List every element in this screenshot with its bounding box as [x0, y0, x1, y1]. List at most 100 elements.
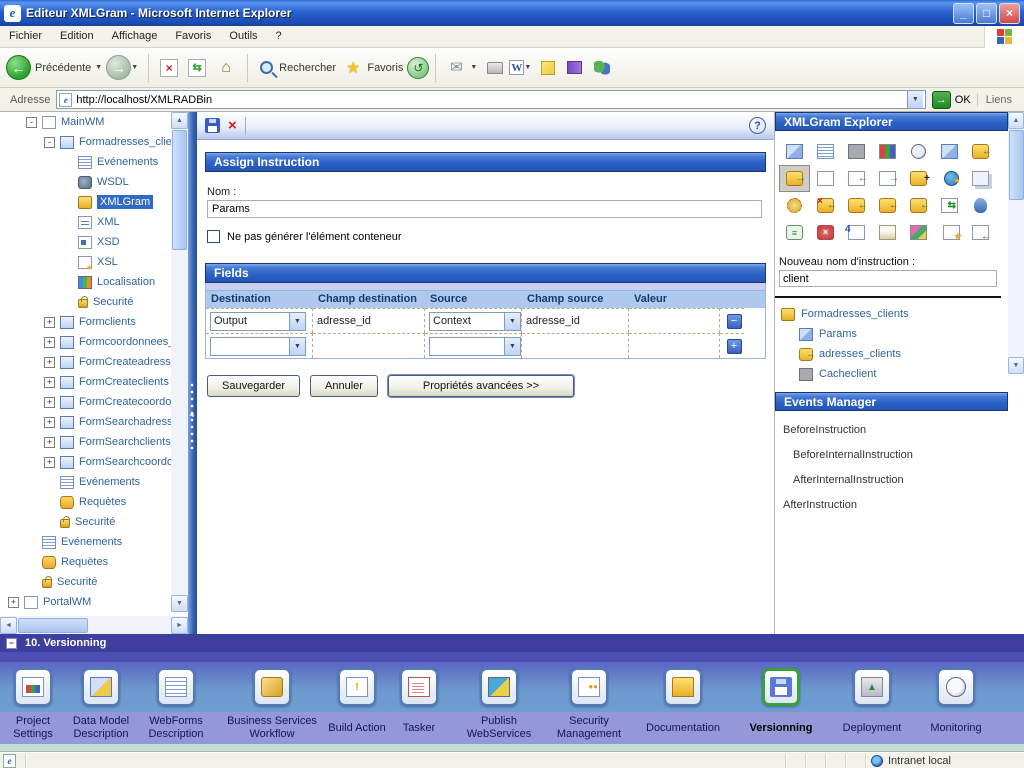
output-db-icon[interactable]: [779, 165, 810, 192]
forward-icon[interactable]: →: [106, 55, 131, 80]
scroll-thumb[interactable]: [18, 618, 88, 633]
scroll-down-icon[interactable]: ▼: [171, 595, 188, 612]
home-icon[interactable]: ⌂: [216, 59, 236, 77]
cache-icon[interactable]: [841, 138, 872, 165]
tree-item-securite[interactable]: Securité: [0, 292, 188, 312]
data-model-label[interactable]: Data Model Description: [66, 715, 136, 741]
expand-toggle[interactable]: +: [44, 377, 55, 388]
tree-item-securite[interactable]: Securité: [0, 572, 188, 592]
expand-toggle[interactable]: -: [26, 117, 37, 128]
source-select[interactable]: Context▼: [429, 312, 521, 331]
output-document-icon[interactable]: [872, 165, 903, 192]
valeur-cell[interactable]: [629, 308, 720, 333]
favorites-star-icon[interactable]: ★: [346, 58, 360, 78]
champ-destination-cell[interactable]: [313, 333, 425, 358]
webforms-label[interactable]: WebForms Description: [136, 715, 216, 741]
tree-vertical-scrollbar[interactable]: ▲ ▼: [171, 112, 188, 612]
tree-item-evenements[interactable]: Evénements: [0, 532, 188, 552]
go-arrow-icon[interactable]: →: [932, 91, 951, 109]
go-button[interactable]: → OK: [932, 91, 971, 109]
help-icon[interactable]: ?: [749, 117, 766, 134]
refresh-document-icon[interactable]: [934, 192, 965, 219]
project-settings-label[interactable]: Project Settings: [0, 715, 66, 741]
close-button[interactable]: ×: [999, 3, 1020, 24]
explorer-tree-params[interactable]: Params: [775, 324, 1008, 344]
breakpoint-icon[interactable]: ×: [810, 219, 841, 246]
assign-instruction-icon[interactable]: [779, 138, 810, 165]
db-wizard-icon[interactable]: [903, 165, 934, 192]
back-label[interactable]: Précédente: [35, 62, 91, 74]
tree-item-evenements[interactable]: Evénements: [0, 152, 188, 172]
event-before-internal-instruction[interactable]: BeforeInternalInstruction: [775, 449, 1008, 461]
remove-row-button[interactable]: −: [727, 314, 742, 329]
save-icon[interactable]: [205, 118, 220, 133]
scroll-thumb[interactable]: [1009, 130, 1024, 200]
expand-toggle[interactable]: +: [44, 357, 55, 368]
statistics-icon[interactable]: [872, 138, 903, 165]
event-before-instruction[interactable]: BeforeInstruction: [775, 424, 1008, 436]
expand-toggle[interactable]: +: [44, 397, 55, 408]
mail-icon[interactable]: [872, 219, 903, 246]
script-generate-icon[interactable]: [934, 219, 965, 246]
tree-item-formadresses[interactable]: -Formadresses_clie: [0, 132, 188, 152]
container-checkbox[interactable]: [207, 230, 220, 243]
event-after-instruction[interactable]: AfterInstruction: [775, 499, 1008, 511]
versions-icon[interactable]: [965, 165, 996, 192]
tree-horizontal-scrollbar[interactable]: ◄ ►: [0, 616, 188, 634]
tree-item-formclients[interactable]: +Formclients: [0, 312, 188, 332]
versionning-button[interactable]: [734, 662, 828, 712]
delete-db-icon[interactable]: [810, 192, 841, 219]
restore-button[interactable]: □: [976, 3, 997, 24]
mail-icon[interactable]: ✉: [447, 59, 465, 77]
deployment-label[interactable]: Deployment: [843, 722, 902, 735]
security-management-label[interactable]: Security Management: [546, 715, 632, 741]
tasker-button[interactable]: [386, 662, 452, 712]
scroll-up-icon[interactable]: ▲: [171, 112, 188, 129]
business-services-button[interactable]: [216, 662, 328, 712]
menu-outils[interactable]: Outils: [220, 26, 266, 47]
update-db-icon[interactable]: [841, 192, 872, 219]
tree-item-mainwm[interactable]: -MainWM: [0, 112, 188, 132]
chevron-down-icon[interactable]: ▼: [289, 313, 305, 330]
destination-select[interactable]: Output▼: [210, 312, 306, 331]
settings-gear-icon[interactable]: [779, 192, 810, 219]
go-label[interactable]: OK: [955, 94, 971, 106]
expand-toggle[interactable]: -: [44, 137, 55, 148]
search-icon[interactable]: [260, 61, 273, 74]
expand-toggle[interactable]: +: [44, 437, 55, 448]
explorer-tree-adresses-clients[interactable]: adresses_clients: [775, 344, 1008, 364]
assign-copy-icon[interactable]: [934, 138, 965, 165]
address-input[interactable]: [76, 94, 906, 106]
refresh-icon[interactable]: ⇆: [188, 59, 206, 77]
scroll-down-icon[interactable]: ▼: [1008, 357, 1024, 374]
champ-source-cell[interactable]: adresse_id: [522, 308, 629, 333]
menu-affichage[interactable]: Affichage: [103, 26, 167, 47]
tree-item-requetes[interactable]: Requètes: [0, 552, 188, 572]
address-dropdown-icon[interactable]: ▼: [907, 91, 923, 108]
expand-toggle[interactable]: +: [44, 417, 55, 428]
build-action-label[interactable]: Build Action: [328, 722, 385, 735]
battery-icon[interactable]: ≡: [779, 219, 810, 246]
expand-toggle[interactable]: +: [44, 317, 55, 328]
expand-toggle[interactable]: +: [44, 337, 55, 348]
advanced-properties-button[interactable]: Propriétés avancées >>: [388, 375, 574, 397]
select-db-icon[interactable]: [903, 192, 934, 219]
input-document-icon[interactable]: [841, 165, 872, 192]
tree-item-formsearchclients[interactable]: +FormSearchclients: [0, 432, 188, 452]
name-input[interactable]: [207, 200, 762, 218]
new-instruction-input[interactable]: [779, 270, 997, 287]
documentation-label[interactable]: Documentation: [646, 722, 720, 735]
source-select[interactable]: ▼: [429, 337, 521, 356]
tree-item-formsearchcoordo[interactable]: +FormSearchcoordo: [0, 452, 188, 472]
tree-item-xsl[interactable]: XSL: [0, 252, 188, 272]
script-return-icon[interactable]: [965, 219, 996, 246]
print-icon[interactable]: [487, 62, 503, 74]
input-db-icon[interactable]: [965, 138, 996, 165]
monitoring-label[interactable]: Monitoring: [930, 722, 981, 735]
explorer-vertical-scrollbar[interactable]: ▲ ▼: [1008, 112, 1024, 374]
explorer-tree-formadresses[interactable]: Formadresses_clients: [775, 304, 1008, 324]
insert-db-icon[interactable]: [872, 192, 903, 219]
webforms-button[interactable]: [136, 662, 216, 712]
tree-item-evenements[interactable]: Evénements: [0, 472, 188, 492]
tree-item-xmlgram[interactable]: XMLGram: [0, 192, 188, 212]
